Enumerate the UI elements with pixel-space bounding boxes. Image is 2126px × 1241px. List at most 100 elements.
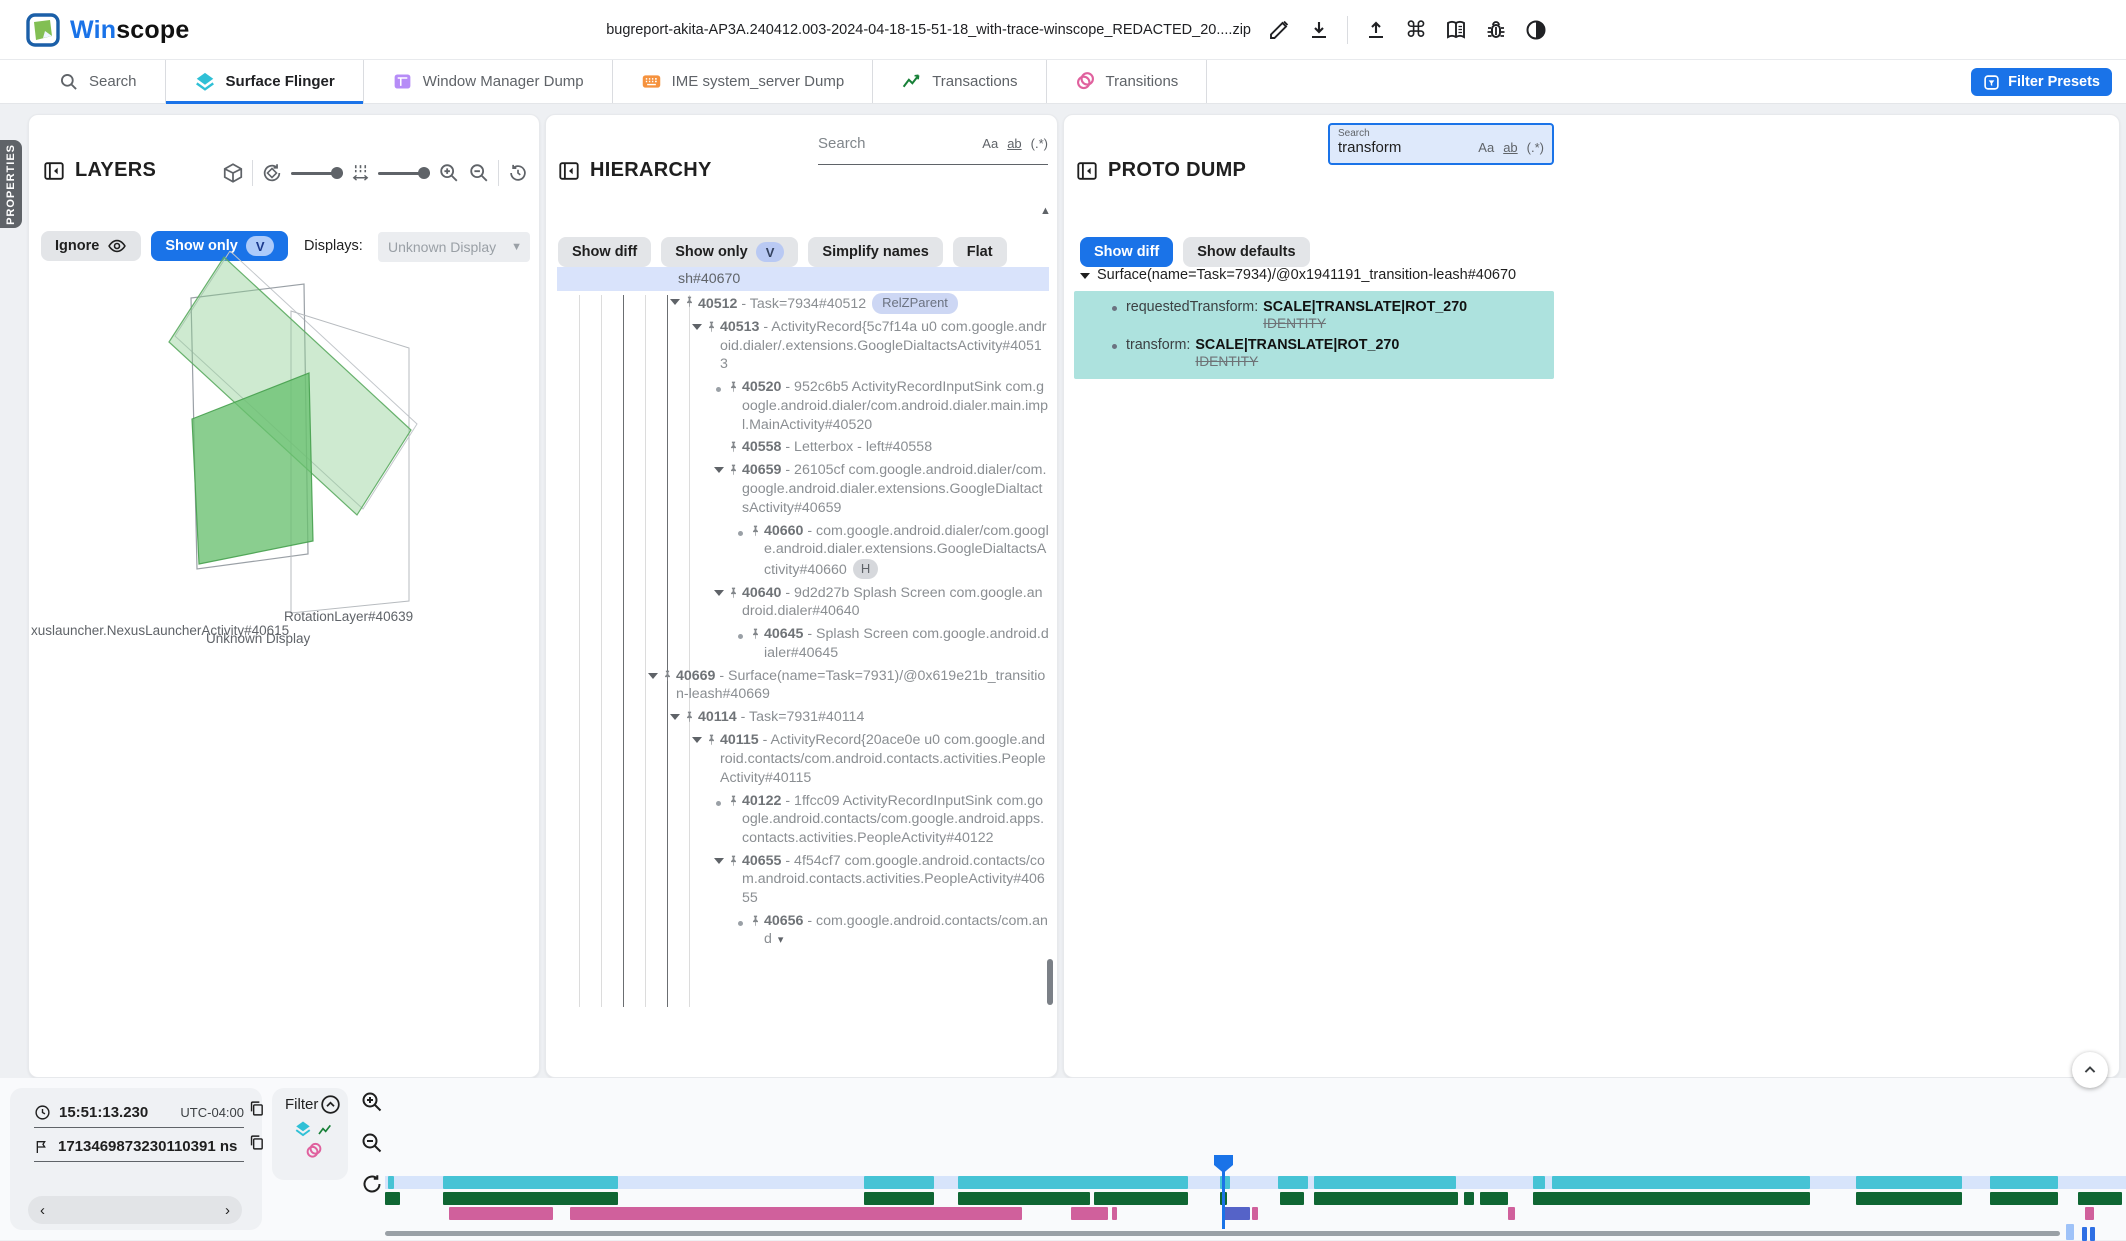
tree-row-40558[interactable]: 40558 - Letterbox - left#40558	[557, 436, 1049, 459]
trace-segment[interactable]	[1856, 1176, 1962, 1189]
zoom-out-icon[interactable]	[468, 162, 490, 184]
collapse-arrow-icon[interactable]	[714, 858, 724, 864]
pin-icon[interactable]	[727, 440, 740, 454]
pin-icon[interactable]	[727, 794, 740, 808]
tab-window-manager-dump[interactable]: Window Manager Dump	[364, 60, 613, 103]
pin-icon[interactable]	[749, 627, 762, 641]
tab-transitions[interactable]: Transitions	[1047, 60, 1208, 103]
hierarchy-search-input[interactable]	[818, 135, 982, 152]
tree-row-40660[interactable]: 40660 - com.google.android.dialer/com.go…	[557, 519, 1049, 581]
tree-row-40114[interactable]: 40114 - Task=7931#40114	[557, 706, 1049, 729]
trace-segment[interactable]	[1990, 1192, 2058, 1205]
collapse-panel-icon[interactable]	[558, 160, 580, 182]
rotation-slider[interactable]	[291, 167, 343, 179]
scrollbar-range-tick[interactable]	[2082, 1227, 2087, 1241]
regex-toggle[interactable]: (.*)	[1031, 136, 1048, 151]
tree-row-40513[interactable]: 40513 - ActivityRecord{5c7f14a u0 com.go…	[557, 316, 1049, 376]
trace-segment[interactable]	[864, 1192, 934, 1205]
timeline-cursor-head[interactable]	[1214, 1155, 1233, 1173]
trace-segment[interactable]	[2085, 1207, 2094, 1220]
trace-segment[interactable]	[449, 1207, 553, 1220]
trace-segment[interactable]	[1278, 1176, 1308, 1189]
timeline-scrollbar[interactable]	[385, 1231, 2060, 1236]
tab-search[interactable]: Search	[30, 60, 166, 103]
rotate-icon[interactable]	[261, 162, 283, 184]
trace-segment[interactable]	[1314, 1176, 1456, 1189]
pin-icon[interactable]	[683, 710, 696, 724]
tree-row-40656[interactable]: 40656 - com.google.android.contacts/com.…	[557, 910, 1049, 953]
match-word-toggle[interactable]: ab	[1503, 140, 1517, 155]
tab-transactions[interactable]: Transactions	[873, 60, 1046, 103]
tree-row-40659[interactable]: 40659 - 26105cf com.google.android.diale…	[557, 459, 1049, 519]
trace-segment[interactable]	[1990, 1176, 2058, 1189]
trace-segment[interactable]	[958, 1176, 1188, 1189]
next-frame-button[interactable]: ›	[225, 1202, 230, 1219]
pin-icon[interactable]	[749, 914, 762, 928]
trace-segment[interactable]	[2078, 1192, 2122, 1205]
transactions-filter-icon[interactable]	[317, 1122, 333, 1138]
proto-property-row[interactable]: transform:SCALE|TRANSLATE|ROT_270IDENTIT…	[1074, 334, 1554, 372]
trace-segment[interactable]	[1280, 1192, 1304, 1205]
timeline-zoom-in-icon[interactable]	[360, 1090, 384, 1114]
show-diff-chip[interactable]: Show diff	[1080, 237, 1173, 267]
scrollbar-range-tick[interactable]	[2066, 1224, 2074, 1240]
scrollbar-range-tick[interactable]	[2090, 1227, 2095, 1241]
match-case-toggle[interactable]: Aa	[982, 136, 998, 151]
trace-segment[interactable]	[1533, 1192, 1810, 1205]
scroll-up-icon[interactable]: ▲	[1040, 205, 1051, 217]
timeline-zoom-out-icon[interactable]	[360, 1131, 384, 1155]
collapse-arrow-icon[interactable]	[692, 737, 702, 743]
pin-icon[interactable]	[683, 295, 696, 309]
timeline-track-transactions[interactable]	[385, 1192, 2126, 1205]
tree-row-40115[interactable]: 40115 - ActivityRecord{20ace0e u0 com.go…	[557, 729, 1049, 789]
trace-segment[interactable]	[385, 1192, 400, 1205]
trace-segment[interactable]	[1480, 1192, 1508, 1205]
zoom-in-icon[interactable]	[438, 162, 460, 184]
tree-row-selected[interactable]: sh#40670	[557, 267, 1049, 291]
selected-trace-segment[interactable]	[1224, 1207, 1250, 1220]
timeline-reset-zoom-icon[interactable]	[360, 1172, 384, 1196]
edit-icon[interactable]	[1267, 18, 1291, 42]
documentation-icon[interactable]	[1444, 18, 1468, 42]
tree-row-40122[interactable]: 40122 - 1ffcc09 ActivityRecordInputSink …	[557, 789, 1049, 849]
collapse-arrow-icon[interactable]	[714, 590, 724, 596]
proto-property-row[interactable]: requestedTransform:SCALE|TRANSLATE|ROT_2…	[1074, 296, 1554, 334]
pin-icon[interactable]	[727, 854, 740, 868]
tree-row-40512[interactable]: 40512 - Task=7934#40512RelZParent	[557, 291, 1049, 316]
timeline-track-surfaceflinger[interactable]	[385, 1176, 2126, 1189]
match-word-toggle[interactable]: ab	[1007, 136, 1021, 151]
collapse-arrow-icon[interactable]	[670, 714, 680, 720]
trace-segment[interactable]	[1856, 1192, 1962, 1205]
hierarchy-scrollbar-thumb[interactable]	[1047, 959, 1053, 1005]
pin-icon[interactable]	[727, 586, 740, 600]
collapse-arrow-icon[interactable]	[692, 324, 702, 330]
collapse-filter-icon[interactable]	[320, 1094, 341, 1115]
tab-ime-system-server-dump[interactable]: IME system_server Dump	[613, 60, 874, 103]
spacing-icon[interactable]	[351, 163, 370, 183]
trace-segment[interactable]	[1552, 1176, 1810, 1189]
timeline-track-transitions[interactable]	[385, 1207, 2126, 1220]
pin-icon[interactable]	[749, 524, 762, 538]
trace-segment[interactable]	[1314, 1192, 1458, 1205]
layers-filter-icon[interactable]	[294, 1120, 312, 1138]
copy-icon[interactable]	[248, 1100, 265, 1117]
show-only-chip[interactable]: Show only V	[661, 237, 798, 267]
collapse-arrow-icon[interactable]	[714, 467, 724, 473]
collapse-arrow-icon[interactable]: ▾	[778, 931, 784, 950]
collapse-panel-icon[interactable]	[1076, 160, 1098, 182]
trace-segment[interactable]	[1508, 1207, 1515, 1220]
trace-segment[interactable]	[1112, 1207, 1117, 1220]
regex-toggle[interactable]: (.*)	[1527, 140, 1544, 155]
trace-segment[interactable]	[958, 1192, 1090, 1205]
pin-icon[interactable]	[661, 669, 674, 683]
download-icon[interactable]	[1307, 18, 1331, 42]
prev-frame-button[interactable]: ‹	[40, 1202, 45, 1219]
pin-icon[interactable]	[705, 733, 718, 747]
trace-segment[interactable]	[443, 1176, 618, 1189]
flat-chip[interactable]: Flat	[953, 237, 1007, 267]
pin-icon[interactable]	[727, 463, 740, 477]
tree-row-40520[interactable]: 40520 - 952c6b5 ActivityRecordInputSink …	[557, 376, 1049, 436]
layers-3d-scene[interactable]: RotationLayer#40639 xuslauncher.NexusLau…	[29, 251, 541, 1071]
trace-segment[interactable]	[1094, 1192, 1188, 1205]
show-defaults-chip[interactable]: Show defaults	[1183, 237, 1309, 267]
